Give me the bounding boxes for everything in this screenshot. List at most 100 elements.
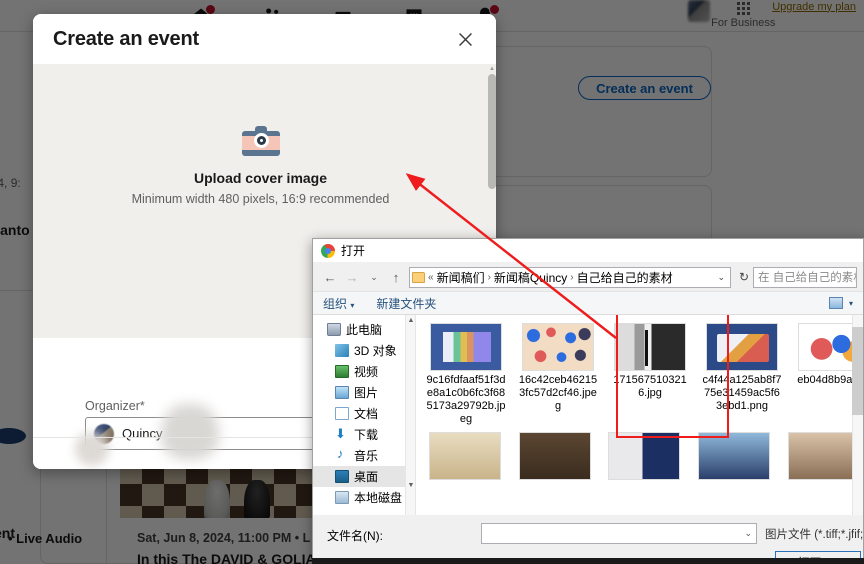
dialog-navbar: ← → ⌄ ↑ « 新闻稿们 › 新闻稿Quincy › 自己给自己的素材 ⌄ … [313,263,863,291]
file-item[interactable]: 9c16fdfaaf51f3de8a1c0b6fc3f685173a29792b… [426,323,506,426]
breadcrumb-item-1[interactable]: 新闻稿Quincy [494,269,567,286]
tree-item-2[interactable]: 视频 [313,361,415,382]
breadcrumb[interactable]: « 新闻稿们 › 新闻稿Quincy › 自己给自己的素材 ⌄ [409,266,731,288]
file-thumbnail [428,432,501,480]
this-pc-icon [327,323,341,336]
tree-item-8[interactable]: 本地磁盘 (C:) [313,487,415,508]
file-item[interactable]: c4f44a125ab8f775e31459ac5f63ebd1.png [702,323,782,426]
file-thumbnail [788,432,861,480]
file-item[interactable] [695,432,773,480]
view-layout-icon[interactable] [828,297,843,309]
scroll-up-icon[interactable]: ▲ [488,66,496,72]
organizer-value: Quincy [122,426,163,441]
file-type-filter[interactable]: 图片文件 (*.tiff;*.jfif; [765,523,864,544]
close-icon[interactable] [452,26,478,52]
file-thumbnail [614,323,686,371]
file-item[interactable] [606,432,684,480]
filename-label: 文件名(N): [327,529,383,543]
refresh-icon[interactable]: ↻ [735,270,753,284]
breadcrumb-sep: › [487,271,491,283]
tree-item-label: 图片 [354,386,379,400]
scroll-up-icon[interactable]: ▲ [406,315,415,326]
scroll-down-icon[interactable]: ▼ [406,480,415,491]
breadcrumb-item-0[interactable]: 新闻稿们 [437,269,485,286]
camera-icon [241,126,280,156]
navigation-pane-scrollbar[interactable]: ▲ ▼ [405,315,415,515]
tree-item-label: 视频 [354,365,379,379]
file-list-scrollbar-thumb[interactable] [852,327,863,415]
new-folder-button[interactable]: 新建文件夹 [376,295,436,312]
tree-item-7[interactable]: 桌面 [313,466,415,487]
tree-item-label: 3D 对象 [354,344,397,358]
filename-input[interactable]: ⌄ [481,523,757,544]
tree-item-0[interactable]: 此电脑 [313,319,415,340]
dialog-main: 此电脑 3D 对象视频图片文档下载音乐桌面本地磁盘 (C:) ▲ ▼ 9c16fd… [313,315,863,515]
documents-icon [335,407,349,420]
folder-icon [412,271,425,283]
search-placeholder: 在 自己给自己的素材 中搜索 [758,272,857,284]
tree-item-6[interactable]: 音乐 [313,445,415,466]
file-list-scrollbar[interactable] [852,315,863,515]
breadcrumb-overflow[interactable]: « [428,272,434,283]
up-arrow-icon[interactable]: ↑ [385,266,407,288]
forward-arrow-icon[interactable]: → [341,266,363,288]
file-thumbnail [608,432,681,480]
tree-item-label: 音乐 [354,449,379,463]
downloads-icon [335,426,349,442]
view-dropdown-icon[interactable]: ▾ [849,299,853,308]
breadcrumb-dropdown-icon[interactable]: ⌄ [717,272,728,283]
chrome-icon [321,243,335,258]
pictures-icon [335,386,349,399]
file-name: 1715675103216.jpg [613,374,687,399]
desktop-icon [335,470,349,483]
file-row-1: 9c16fdfaaf51f3de8a1c0b6fc3f685173a29792b… [426,323,863,426]
file-item[interactable] [426,432,504,480]
tree-item-label: 此电脑 [346,323,383,337]
dialog-toolbar: 组织 ▾ 新建文件夹 ▾ [313,291,863,315]
modal-header: Create an event [33,14,496,64]
music-icon [335,446,349,462]
file-type-filter-label: 图片文件 (*.tiff;*.jfif; [765,528,864,541]
file-thumbnail [430,323,502,371]
page-title: Create an event [53,27,199,50]
tree-item-label: 下载 [354,428,379,442]
upload-title: Upload cover image [193,170,328,186]
toolbar-right-group: ▾ [828,297,853,309]
3d-objects-icon [335,344,349,357]
chevron-down-icon[interactable]: ⌄ [363,266,385,288]
tree-item-label: 文档 [354,407,379,421]
file-thumbnail [518,432,591,480]
taskbar-sliver [312,558,864,564]
file-item[interactable] [516,432,594,480]
tree-item-1[interactable]: 3D 对象 [313,340,415,361]
file-row-2 [426,432,863,480]
breadcrumb-item-2[interactable]: 自己给自己的素材 [577,269,673,286]
file-item[interactable]: 1715675103216.jpg [610,323,690,426]
dialog-title: 打开 [341,244,366,258]
tree-item-label: 桌面 [354,470,379,484]
breadcrumb-sep: › [570,271,574,283]
dialog-titlebar: 打开 [313,239,863,263]
videos-icon [335,365,349,378]
file-name: 16c42ceb462153fc57d2cf46.jpeg [518,374,598,412]
file-name: c4f44a125ab8f775e31459ac5f63ebd1.png [702,374,782,412]
chevron-down-icon[interactable]: ⌄ [744,528,752,539]
modal-scrollbar-thumb[interactable] [488,74,496,189]
tree-item-3[interactable]: 图片 [313,382,415,403]
file-thumbnail [522,323,594,371]
file-thumbnail [698,432,771,480]
windows-open-file-dialog: 打开 ← → ⌄ ↑ « 新闻稿们 › 新闻稿Quincy › 自己给自己的素材… [312,238,864,562]
organize-button[interactable]: 组织 ▾ [323,295,354,312]
local-disk-icon [335,491,349,504]
search-input[interactable]: 在 自己给自己的素材 中搜索 [753,266,857,288]
navigation-pane: 此电脑 3D 对象视频图片文档下载音乐桌面本地磁盘 (C:) ▲ ▼ [313,315,416,515]
upload-subtitle: Minimum width 480 pixels, 16:9 recommend… [131,192,390,206]
file-list-pane[interactable]: 9c16fdfaaf51f3de8a1c0b6fc3f685173a29792b… [416,315,863,515]
back-arrow-icon[interactable]: ← [319,266,341,288]
file-item[interactable]: 16c42ceb462153fc57d2cf46.jpeg [518,323,598,426]
tree-item-5[interactable]: 下载 [313,424,415,445]
folder-tree: 此电脑 3D 对象视频图片文档下载音乐桌面本地磁盘 (C:) [313,319,415,508]
dialog-footer: 文件名(N): ⌄ 图片文件 (*.tiff;*.jfif; 打开(O) [313,515,864,561]
file-name: 9c16fdfaaf51f3de8a1c0b6fc3f685173a29792b… [426,374,506,425]
tree-item-4[interactable]: 文档 [313,403,415,424]
